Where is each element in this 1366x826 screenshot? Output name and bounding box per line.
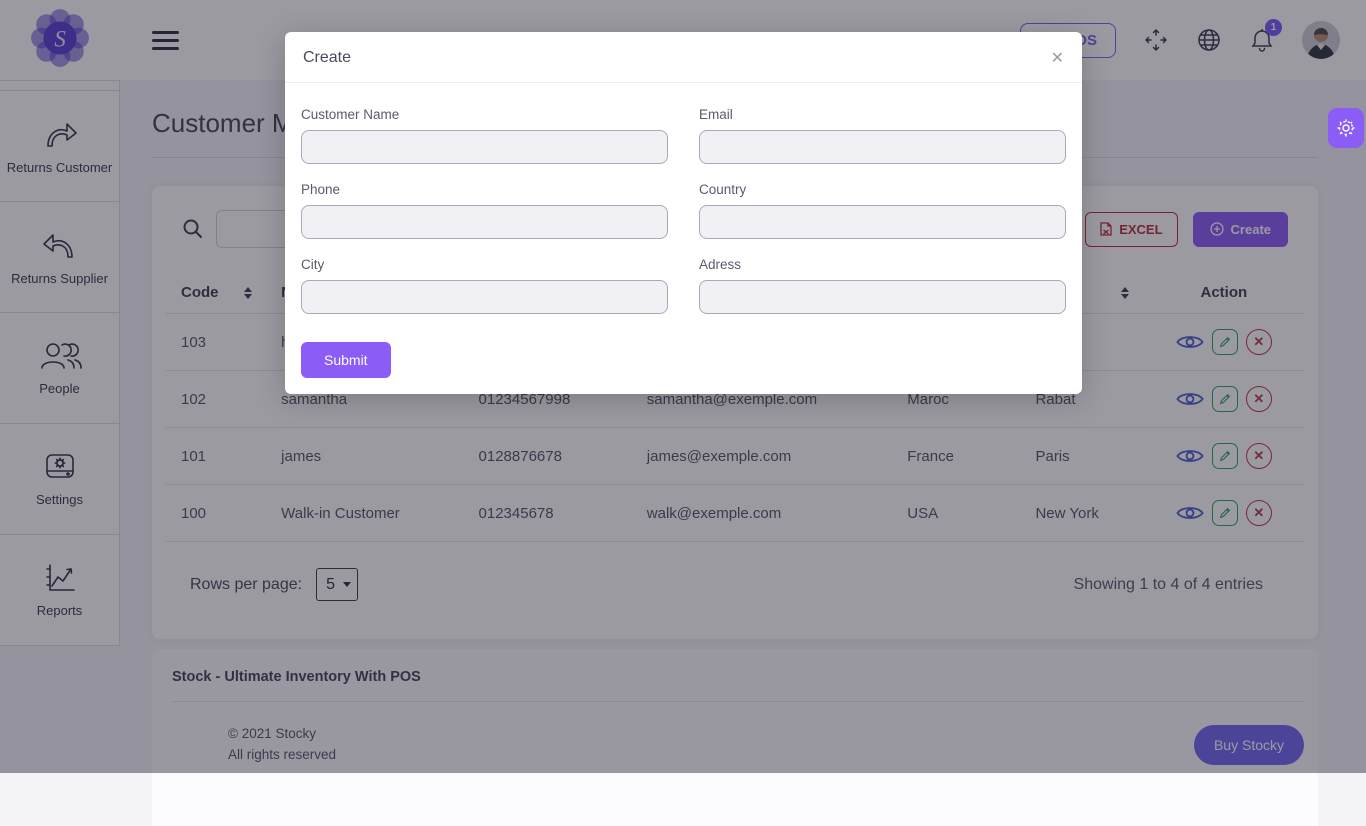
city-field[interactable]	[301, 280, 668, 314]
create-customer-modal: Create ✕ Customer Name Email Phone Count…	[285, 32, 1082, 394]
gear-icon	[1336, 118, 1356, 138]
address-field[interactable]	[699, 280, 1066, 314]
modal-title: Create	[303, 49, 351, 67]
email-field[interactable]	[699, 130, 1066, 164]
country-field[interactable]	[699, 205, 1066, 239]
email-label: Email	[699, 107, 1066, 122]
customer-name-label: Customer Name	[301, 107, 668, 122]
modal-close-button[interactable]: ✕	[1051, 48, 1064, 68]
country-label: Country	[699, 182, 1066, 197]
city-label: City	[301, 257, 668, 272]
submit-button[interactable]: Submit	[301, 342, 391, 378]
phone-label: Phone	[301, 182, 668, 197]
theme-customizer-button[interactable]	[1328, 108, 1364, 148]
phone-field[interactable]	[301, 205, 668, 239]
close-icon: ✕	[1051, 50, 1064, 67]
address-label: Adress	[699, 257, 1066, 272]
customer-name-field[interactable]	[301, 130, 668, 164]
